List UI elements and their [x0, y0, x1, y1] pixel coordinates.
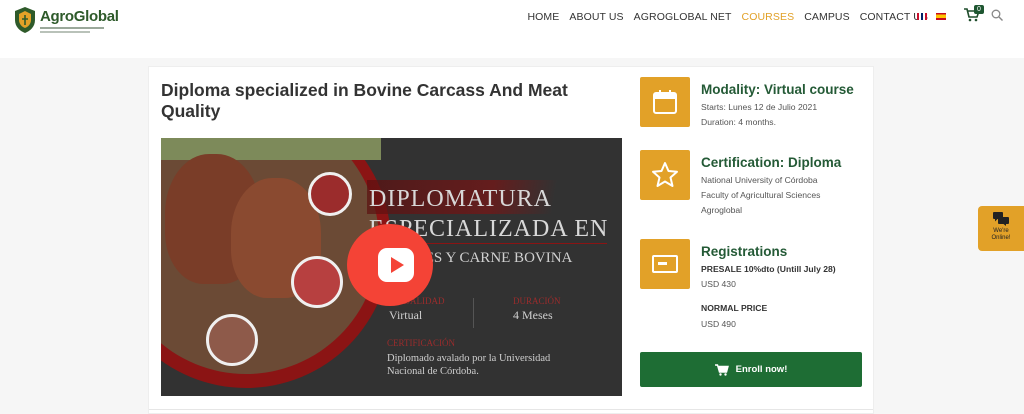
- enroll-button[interactable]: Enroll now!: [640, 352, 862, 387]
- certification-icon-box: [640, 150, 690, 200]
- uk-flag-icon[interactable]: [917, 13, 927, 20]
- logo-text: AgroGlobal: [40, 7, 119, 25]
- play-button[interactable]: [347, 224, 433, 306]
- video-duration-value: 4 Meses: [513, 308, 553, 322]
- shopping-cart-icon: [714, 363, 729, 376]
- search-icon[interactable]: [991, 9, 1003, 21]
- registrations-heading: Registrations: [701, 244, 788, 259]
- course-video[interactable]: DIPLOMATURA ESPECIALIZADA EN DE RES Y CA…: [161, 138, 622, 396]
- shield-logo-icon: [15, 7, 35, 33]
- certification-heading: Certification: Diploma: [701, 155, 842, 170]
- money-bill-icon: [652, 255, 678, 273]
- video-meat-image: [291, 256, 343, 308]
- video-meat-image: [206, 314, 258, 366]
- site-logo[interactable]: AgroGlobal: [14, 6, 119, 34]
- chat-status-line: We're: [993, 228, 1009, 234]
- nav-campus[interactable]: CAMPUS: [804, 11, 850, 23]
- nav-agroglobal-net[interactable]: AGROGLOBAL NET: [634, 11, 732, 23]
- modality-start-date: Starts: Lunes 12 de Julio 2021: [701, 102, 818, 112]
- nav-home[interactable]: HOME: [527, 11, 559, 23]
- video-cert-text: Diplomado avalado por la Universidad Nac…: [387, 353, 551, 377]
- modality-duration: Duration: 4 months.: [701, 117, 776, 127]
- spain-flag-icon[interactable]: [936, 13, 946, 20]
- nav-about-us[interactable]: ABOUT US: [569, 11, 623, 23]
- course-card: Diploma specialized in Bovine Carcass An…: [148, 66, 874, 414]
- presale-price: USD 430: [701, 279, 736, 289]
- chat-bubbles-icon: [993, 212, 1009, 226]
- certification-line: Agroglobal: [701, 205, 743, 215]
- site-header: AgroGlobal HOME ABOUT US AGROGLOBAL NET …: [0, 0, 1024, 58]
- chat-status: We're Online!: [991, 228, 1010, 242]
- main-nav: HOME ABOUT US AGROGLOBAL NET COURSES CAM…: [527, 11, 928, 23]
- normal-price: USD 490: [701, 319, 736, 329]
- logo-tagline-line: [40, 26, 104, 29]
- modality-icon-box: [640, 77, 690, 127]
- chat-status-line: Online!: [991, 235, 1011, 241]
- video-duration-label: DURACIÓN: [513, 296, 561, 306]
- play-icon: [378, 248, 414, 282]
- video-modality-value: Virtual: [389, 308, 423, 322]
- nav-courses[interactable]: COURSES: [742, 11, 795, 23]
- enroll-button-label: Enroll now!: [735, 364, 788, 375]
- modality-heading: Modality: Virtual course: [701, 82, 854, 97]
- video-divider: [473, 298, 474, 328]
- card-divider: [149, 409, 873, 410]
- logo-tagline-line: [40, 30, 90, 33]
- normal-price-label: NORMAL PRICE: [701, 303, 768, 313]
- star-icon: [652, 162, 678, 187]
- video-cert-label: CERTIFICACIÓN: [387, 338, 455, 348]
- cart-count-badge: 0: [974, 5, 984, 14]
- calendar-icon: [653, 90, 677, 114]
- certification-line: National University of Córdoba: [701, 175, 818, 185]
- video-meat-image: [308, 172, 352, 216]
- video-heading-line: DIPLOMATURA: [369, 186, 553, 212]
- live-chat-widget[interactable]: We're Online!: [978, 206, 1024, 251]
- certification-line: Faculty of Agricultural Sciences: [701, 190, 821, 200]
- presale-label: PRESALE 10%dto (Untill July 28): [701, 264, 836, 274]
- course-title: Diploma specialized in Bovine Carcass An…: [161, 80, 568, 121]
- registrations-icon-box: [640, 239, 690, 289]
